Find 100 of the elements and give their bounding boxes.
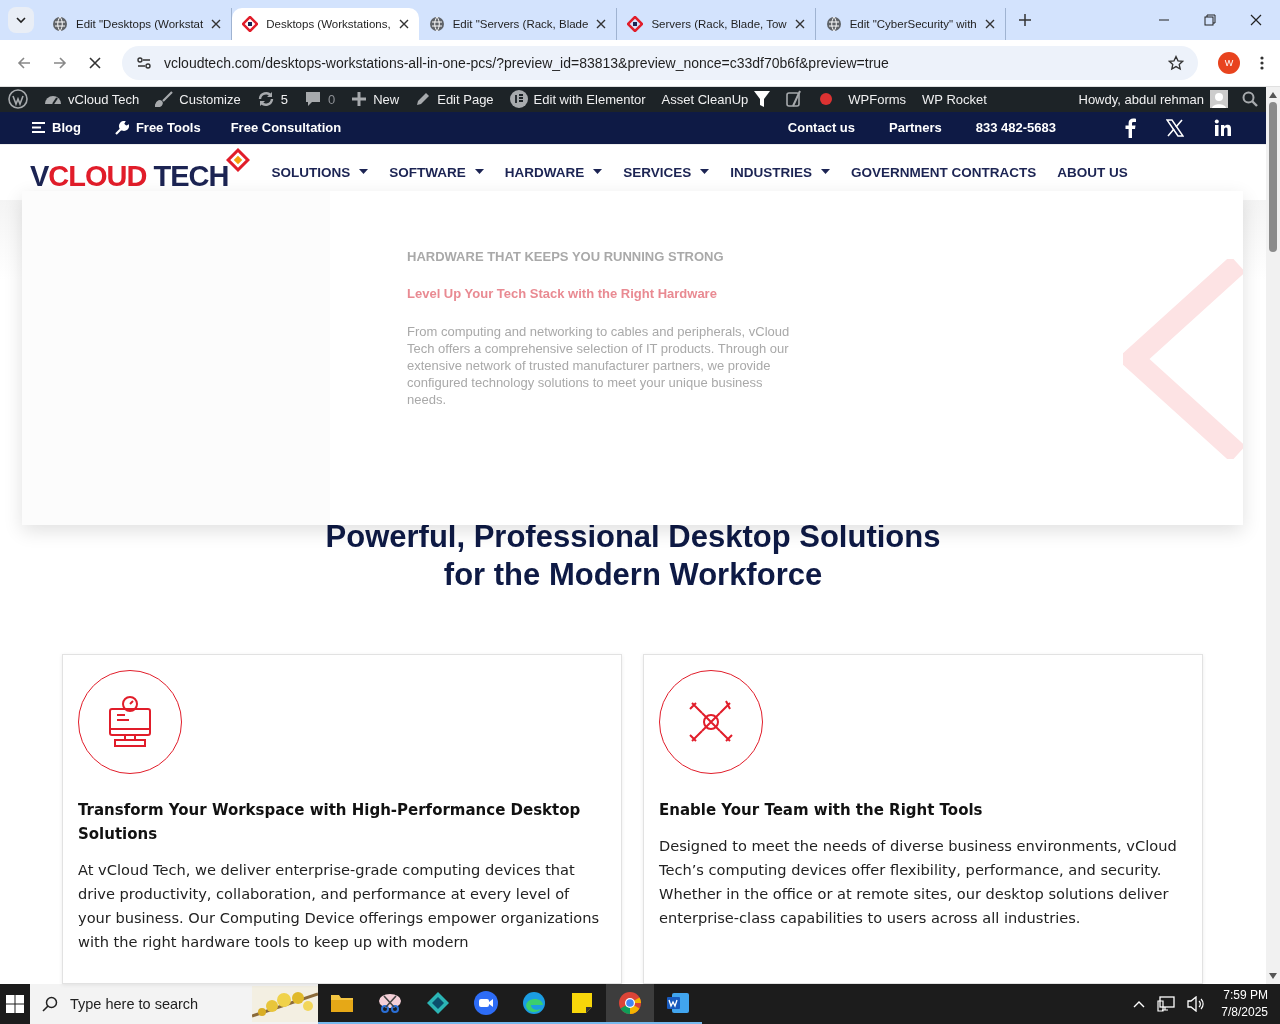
menu-eyebrow: HARDWARE THAT KEEPS YOU RUNNING STRONG [407,249,725,264]
new-tab-icon[interactable] [1017,13,1032,27]
close-window-icon[interactable] [1250,14,1262,26]
search-icon [42,996,58,1012]
wrench-icon [114,120,129,135]
tab-title: Edit "CyberSecurity" with [849,18,977,30]
scroll-up-icon[interactable] [1269,92,1277,98]
top-bar-link[interactable]: Blog [32,120,81,136]
caret-icon [700,169,710,176]
browser-tab[interactable]: Servers (Rack, Blade, Tow [617,8,816,40]
admin-bar-link[interactable]: 0 [303,91,336,108]
taskbar-app[interactable] [606,984,654,1024]
globe-icon [52,16,68,32]
speaker-icon[interactable] [1187,996,1206,1012]
nav-menu-item[interactable]: ABOUT US [1057,164,1128,180]
plus-icon [351,91,368,108]
tab-title: Edit "Desktops (Workstat [76,18,204,30]
site-logo[interactable]: VCLOUD TECH [30,151,251,193]
nav-menu-item[interactable]: GOVERNMENT CONTRACTS [851,164,1037,180]
close-icon[interactable] [398,19,409,29]
account-menu[interactable]: Howdy, abdul rehman [1078,90,1228,109]
top-bar-link[interactable]: 833 482-5683 [975,120,1056,136]
card-title: Transform Your Workspace with High-Performance Desktop Solutions [78,800,582,845]
search-field[interactable]: Type here to search [68,995,242,1013]
top-bar-link[interactable]: Free Consultation [230,120,342,136]
scissors-icon [378,992,402,1014]
clock[interactable]: 7:59 PM 7/8/2025 [1221,987,1272,1021]
admin-bar-link[interactable]: WPForms [848,91,907,107]
nav-menu-item[interactable]: SOFTWARE [389,164,484,180]
network-icon[interactable] [1157,996,1176,1012]
admin-bar-link[interactable]: Edit with Elementor [509,90,646,109]
nav-menu-item[interactable]: INDUSTRIES [730,164,830,180]
brush-icon [155,91,174,108]
section-heading: Powerful, Professional Desktop Solutions [325,518,941,556]
admin-bar-link[interactable]: Customize [155,91,241,108]
top-bar-link[interactable]: Free Tools [114,120,201,136]
nav-menu-item[interactable]: SERVICES [623,164,710,180]
document-app-icon [666,992,690,1014]
forward-icon[interactable] [52,55,68,71]
caret-icon [821,169,830,176]
chevron-up-icon[interactable] [1133,1000,1146,1008]
close-icon[interactable] [596,19,607,29]
tab-title: Desktops (Workstations, [266,18,391,30]
browser-tab[interactable]: Edit "Desktops (Workstat [42,8,233,40]
wordpress-icon[interactable] [8,89,28,110]
avatar-icon [1210,90,1228,109]
admin-bar-link[interactable]: 5 [256,91,288,108]
scrollbar[interactable] [1266,87,1280,984]
windows-start-icon[interactable] [6,995,24,1013]
comment-icon [303,91,322,108]
card-title: Enable Your Team with the Right Tools [659,800,984,821]
refresh-icon [256,91,275,108]
chevron-down-icon [15,14,27,26]
close-icon[interactable] [211,19,222,29]
elementor-icon [509,90,528,109]
card-text: Designed to meet the needs of diverse business environments, vCloud Tech’s computing devices offer flexibility, performance, and security. Whether in the office or at remote sites, our desktop solutions deliver enterprise-class capabilities to users across all industries. [659,836,1178,928]
restore-icon[interactable] [1204,14,1216,26]
admin-bar-link[interactable]: Asset CleanUp [661,90,771,109]
admin-bar-link[interactable]: Edit Page [415,91,494,108]
admin-bar-link[interactable]: vCloud Tech [44,91,140,108]
address-bar[interactable]: vcloudtech.com/desktops-workstations-all-in-one-pcs/?preview_id=83813&preview_nonce=c33df70b6f&preview=true [122,46,1198,80]
pencil-icon [415,91,432,108]
tab-search-button[interactable] [8,7,34,33]
scroll-down-icon[interactable] [1269,973,1277,979]
back-icon[interactable] [16,55,32,71]
top-bar-link[interactable]: Contact us [787,120,855,136]
close-icon[interactable] [794,19,805,29]
diamond-logo-icon [226,147,251,172]
folder-icon [330,992,354,1014]
nav-menu-item[interactable]: SOLUTIONS [271,164,369,180]
chrome-icon [618,991,642,1015]
admin-bar-link[interactable]: New [351,91,400,108]
caret-icon [474,169,484,176]
bookmark-star-icon[interactable] [1168,55,1184,71]
caret-icon [593,169,603,176]
browser-tab[interactable]: Edit "CyberSecurity" with [815,8,1006,40]
browser-tab[interactable]: Desktops (Workstations, [232,8,419,40]
menu-icon [32,122,45,134]
status-dot[interactable] [820,93,833,106]
zoom-app-icon [474,991,498,1015]
top-bar-link[interactable]: Partners [889,120,942,136]
x-logo-icon[interactable] [1166,118,1184,137]
stop-icon[interactable] [88,56,102,70]
more-menu-icon[interactable] [1260,55,1264,71]
linkedin-icon[interactable] [1214,118,1232,137]
nav-menu-item[interactable]: HARDWARE [504,164,603,180]
admin-bar-link[interactable]: WP Rocket [922,91,987,107]
browser-tab[interactable]: Edit "Servers (Rack, Blade [418,8,618,40]
sticky-note-icon [570,991,594,1015]
section-heading: for the Modern Workforce [443,556,823,594]
facebook-icon[interactable] [1125,117,1136,138]
diamond-app-icon [426,991,450,1015]
menu-text: From computing and networking to cables and peripherals, vCloud Tech offers a comprehensive selection of IT products. Through our extensive network of trusted manufacturer partners, we provide configured technology solutions to meet your unique business needs. [407,323,791,408]
scrollbar-thumb[interactable] [1269,102,1277,252]
profile-avatar[interactable]: W [1218,52,1240,74]
close-icon[interactable] [984,19,995,29]
taskbar-search-box[interactable]: Type here to search [30,984,318,1024]
site-settings-icon[interactable] [136,55,152,71]
menu-title: Level Up Your Tech Stack with the Right Hardware [407,286,718,301]
search-icon[interactable] [1242,91,1258,108]
